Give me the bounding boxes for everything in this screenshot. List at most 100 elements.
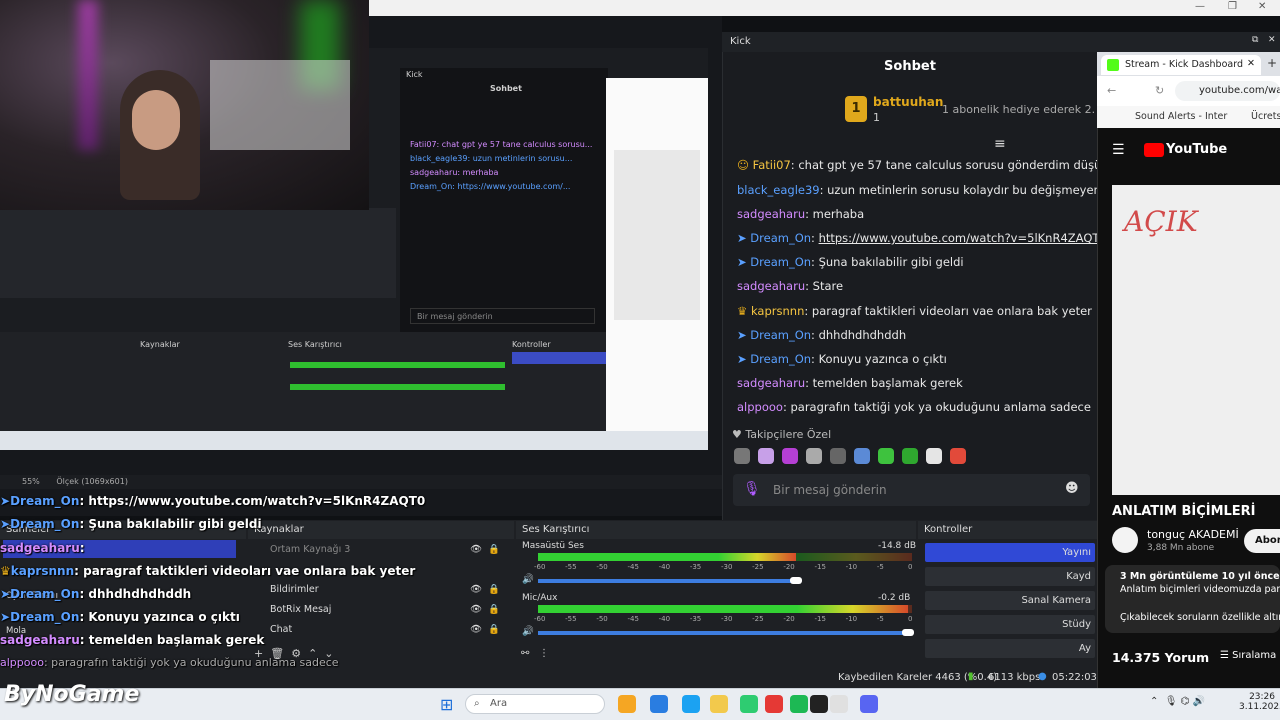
taskbar-app-icon[interactable] — [860, 695, 878, 713]
control-button[interactable]: Ay — [925, 639, 1095, 658]
visibility-icon[interactable]: 👁 — [470, 544, 482, 555]
emote-icon[interactable] — [758, 448, 774, 464]
emote-icon[interactable] — [902, 448, 918, 464]
microphone-icon[interactable]: 🎙 — [1165, 696, 1178, 707]
description-box[interactable]: 3 Mn görüntüleme 10 yıl önce Anlatım biç… — [1105, 565, 1280, 633]
chat-username[interactable]: alppooo — [737, 400, 783, 414]
taskbar-app-icon[interactable] — [810, 695, 828, 713]
emote-icon[interactable] — [950, 448, 966, 464]
taskbar-app-icon[interactable] — [618, 695, 636, 713]
collapse-icon[interactable]: ≡ — [994, 136, 1006, 152]
control-button[interactable]: Kayd — [925, 567, 1095, 586]
chat-username[interactable]: Dream_On — [750, 352, 811, 366]
channel-name[interactable]: tonguç AKADEMİ — [1147, 528, 1239, 541]
volume-slider-handle[interactable] — [902, 629, 915, 636]
chat-username[interactable]: kaprsnnn — [751, 304, 804, 318]
close-icon[interactable]: ✕ — [1258, 1, 1266, 12]
popout-icon[interactable]: ⧉ — [1252, 35, 1258, 45]
search-icon: ⌕ — [474, 698, 480, 709]
taskbar-app-icon[interactable] — [830, 695, 848, 713]
bookmarks-bar: Sound Alerts - Inter Ücretsiz — [1097, 106, 1280, 128]
chat-link[interactable]: https://www.youtube.com/watch?v=5lKnR4ZA… — [819, 231, 1097, 245]
description-line: Anlatım biçimleri videomuzda paragraf — [1120, 584, 1280, 595]
control-button[interactable]: Yayını — [925, 543, 1095, 562]
meter-tick-label: -30 — [721, 615, 733, 623]
source-item[interactable]: Bildirimler — [270, 584, 319, 595]
volume-slider[interactable] — [538, 631, 909, 635]
top-gifter-name[interactable]: battuuhan — [873, 95, 943, 109]
emote-icon[interactable] — [854, 448, 870, 464]
chat-username[interactable]: black_eagle39 — [737, 183, 820, 197]
lock-icon[interactable]: 🔒 — [488, 544, 500, 555]
new-tab-icon[interactable]: + — [1267, 56, 1277, 70]
taskbar-app-icon[interactable] — [710, 695, 728, 713]
emoji-icon[interactable]: ☻ — [1065, 481, 1079, 496]
browser-tab[interactable]: Stream - Kick Dashboard ✕ — [1101, 55, 1261, 75]
maximize-icon[interactable]: ❐ — [1228, 1, 1237, 12]
speaker-icon[interactable]: 🔊 — [522, 574, 534, 585]
taskbar-app-icon[interactable] — [740, 695, 758, 713]
taskbar-app-icon[interactable] — [765, 695, 783, 713]
taskbar-app-icon[interactable] — [650, 695, 668, 713]
emote-icon[interactable] — [734, 448, 750, 464]
menu-icon[interactable]: ☰ — [1112, 142, 1125, 158]
control-button[interactable]: Sanal Kamera — [925, 591, 1095, 610]
youtube-logo-text[interactable]: YouTube — [1166, 142, 1227, 157]
back-icon[interactable]: ← — [1107, 84, 1116, 97]
mixer-db-value: -14.8 dB — [878, 541, 917, 551]
emote-icon[interactable] — [878, 448, 894, 464]
overlay-chat-message: ➤Dream_On: https://www.youtube.com/watch… — [0, 494, 425, 508]
lock-icon[interactable]: 🔒 — [488, 584, 500, 595]
emote-icon[interactable] — [830, 448, 846, 464]
chat-username[interactable]: Dream_On — [750, 255, 811, 269]
chat-username[interactable]: sadgeaharu — [737, 279, 805, 293]
volume-icon[interactable]: 🔊 — [1193, 696, 1205, 707]
start-icon[interactable]: ⊞ — [440, 695, 453, 714]
video-player[interactable]: AÇIK — [1112, 185, 1280, 495]
taskbar-app-icon[interactable] — [682, 695, 700, 713]
chat-message: ♛ kaprsnnn: paragraf taktikleri videolar… — [737, 304, 1097, 318]
close-icon[interactable]: ✕ — [1268, 35, 1276, 45]
close-tab-icon[interactable]: ✕ — [1247, 58, 1255, 69]
chat-message: alppooo: paragrafın taktiği yok ya okudu… — [737, 400, 1097, 414]
bookmark-ucretsiz[interactable]: Ücretsiz — [1251, 111, 1280, 122]
visibility-icon[interactable]: 👁 — [470, 584, 482, 595]
visibility-icon[interactable]: 👁 — [470, 604, 482, 615]
emote-icon[interactable] — [926, 448, 942, 464]
taskbar-search[interactable]: ⌕ Ara — [465, 694, 605, 714]
emote-icon[interactable] — [806, 448, 822, 464]
channel-avatar[interactable] — [1112, 527, 1138, 553]
volume-slider-handle[interactable] — [790, 577, 803, 584]
source-item[interactable]: Ortam Kaynağı 3 — [270, 544, 350, 555]
lock-icon[interactable]: 🔒 — [488, 624, 500, 635]
visibility-icon[interactable]: 👁 — [470, 624, 482, 635]
reload-icon[interactable]: ↻ — [1155, 84, 1164, 97]
chat-username[interactable]: Dream_On — [750, 328, 811, 342]
link-icon[interactable]: ⚯ — [521, 648, 529, 659]
subscribe-button[interactable]: Abone — [1244, 529, 1280, 553]
youtube-logo-icon[interactable] — [1144, 143, 1164, 157]
more-icon[interactable]: ⋮ — [539, 648, 549, 659]
network-icon[interactable]: ⌬ — [1181, 696, 1190, 707]
control-button[interactable]: Stüdy — [925, 615, 1095, 634]
chat-username[interactable]: sadgeaharu — [737, 207, 805, 221]
source-item[interactable]: BotRix Mesaj — [270, 604, 331, 615]
volume-slider[interactable] — [538, 579, 797, 583]
speaker-icon[interactable]: 🔊 — [522, 626, 534, 637]
browser-tab-bar: Stream - Kick Dashboard ✕ + — [1097, 52, 1280, 76]
microphone-icon[interactable]: 🎙 — [743, 481, 761, 497]
chat-username[interactable]: Fatii07 — [753, 158, 791, 172]
taskbar-clock[interactable]: 23:26 3.11.2025 — [1239, 692, 1280, 712]
chat-username[interactable]: sadgeaharu — [737, 376, 805, 390]
message-input[interactable]: 🎙 Bir mesaj gönderin ☻ — [733, 474, 1090, 506]
minimize-icon[interactable]: — — [1195, 1, 1205, 12]
source-item[interactable]: Chat — [270, 624, 292, 635]
lock-icon[interactable]: 🔒 — [488, 604, 500, 615]
taskbar-app-icon[interactable] — [790, 695, 808, 713]
chat-username[interactable]: Dream_On — [750, 231, 811, 245]
address-input[interactable]: youtube.com/watch — [1175, 81, 1280, 101]
bookmark-sound-alerts[interactable]: Sound Alerts - Inter — [1135, 111, 1227, 122]
chevron-up-icon[interactable]: ⌃ — [1150, 696, 1158, 707]
sort-button[interactable]: ☰ Sıralama — [1220, 650, 1276, 661]
emote-icon[interactable] — [782, 448, 798, 464]
